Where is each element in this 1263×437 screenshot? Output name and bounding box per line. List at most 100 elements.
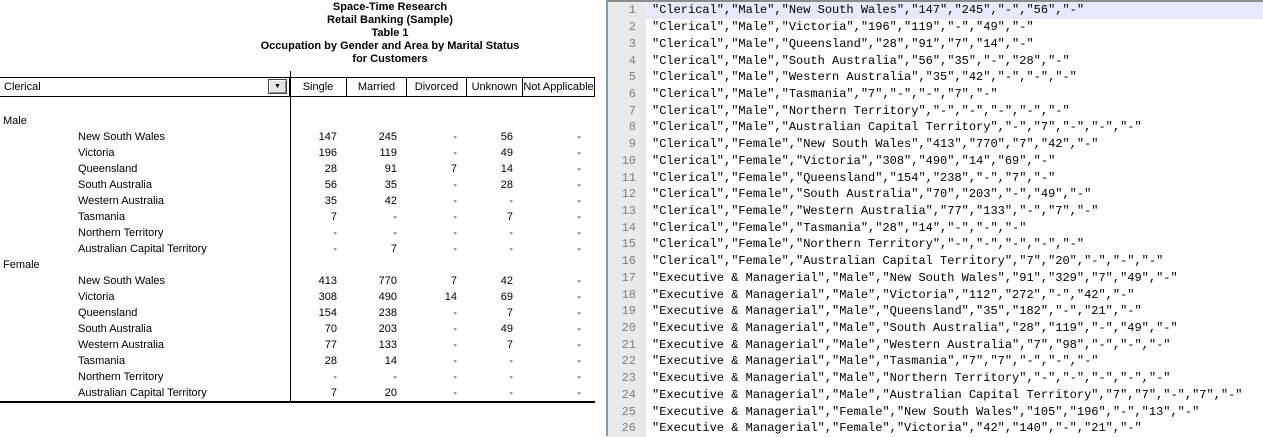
code-text[interactable]: "Executive & Managerial","Male","Western…	[646, 336, 1263, 353]
code-text[interactable]: "Executive & Managerial","Male","Queensl…	[646, 303, 1263, 320]
code-line[interactable]: 8"Clerical","Male","Australian Capital T…	[608, 119, 1263, 136]
value-cell: 770	[347, 275, 407, 287]
code-line[interactable]: 6"Clerical","Male","Tasmania","7","-","-…	[608, 86, 1263, 103]
table-row: Queensland2891714-	[0, 161, 595, 177]
code-line[interactable]: 4"Clerical","Male","South Australia","56…	[608, 52, 1263, 69]
value-cell: -	[523, 211, 595, 223]
value-cell: 490	[347, 291, 407, 303]
code-line[interactable]: 18"Executive & Managerial","Male","Victo…	[608, 286, 1263, 303]
code-text[interactable]: "Executive & Managerial","Female","New S…	[646, 403, 1263, 420]
value-cell: -	[407, 179, 467, 191]
code-text[interactable]: "Clerical","Female","Northern Territory"…	[646, 236, 1263, 253]
area-label: Tasmania	[0, 355, 290, 367]
report-title-line: Table 1	[185, 27, 595, 40]
area-label: South Australia	[0, 179, 290, 191]
value-cell: -	[347, 211, 407, 223]
code-line[interactable]: 5"Clerical","Male","Western Australia","…	[608, 69, 1263, 86]
code-text[interactable]: "Executive & Managerial","Male","New Sou…	[646, 270, 1263, 287]
value-cell: -	[523, 371, 595, 383]
line-number: 18	[608, 286, 646, 303]
code-line[interactable]: 19"Executive & Managerial","Male","Queen…	[608, 303, 1263, 320]
value-cell: -	[407, 227, 467, 239]
value-cell: 196	[290, 147, 347, 159]
value-cell: 308	[290, 291, 347, 303]
code-line[interactable]: 22"Executive & Managerial","Male","Tasma…	[608, 353, 1263, 370]
code-text[interactable]: "Executive & Managerial","Male","Austral…	[646, 387, 1263, 404]
code-text[interactable]: "Clerical","Male","New South Wales","147…	[646, 2, 1263, 19]
code-text[interactable]: "Clerical","Female","Queensland","154","…	[646, 169, 1263, 186]
value-cell: 70	[290, 323, 347, 335]
code-line[interactable]: 24"Executive & Managerial","Male","Austr…	[608, 387, 1263, 404]
code-text[interactable]: "Clerical","Female","Western Australia",…	[646, 203, 1263, 220]
report-title-line: for Customers	[185, 53, 595, 66]
code-line[interactable]: 13"Clerical","Female","Western Australia…	[608, 203, 1263, 220]
line-number: 14	[608, 219, 646, 236]
code-line[interactable]: 10"Clerical","Female","Victoria","308","…	[608, 152, 1263, 169]
code-text[interactable]: "Clerical","Male","Australian Capital Te…	[646, 119, 1263, 136]
line-number: 16	[608, 253, 646, 270]
value-cell: -	[467, 195, 523, 207]
value-cell: 238	[347, 307, 407, 319]
code-text[interactable]: "Clerical","Male","Tasmania","7","-","-"…	[646, 86, 1263, 103]
code-text[interactable]: "Clerical","Male","Queensland","28","91"…	[646, 35, 1263, 52]
line-number: 26	[608, 420, 646, 437]
code-line[interactable]: 11"Clerical","Female","Queensland","154"…	[608, 169, 1263, 186]
code-text[interactable]: "Clerical","Male","Victoria","196","119"…	[646, 19, 1263, 36]
value-cell: -	[467, 387, 523, 399]
value-cell: 28	[290, 355, 347, 367]
line-number: 7	[608, 102, 646, 119]
code-line[interactable]: 9"Clerical","Female","New South Wales","…	[608, 136, 1263, 153]
value-cell: 7	[467, 211, 523, 223]
code-line[interactable]: 3"Clerical","Male","Queensland","28","91…	[608, 35, 1263, 52]
code-line[interactable]: 15"Clerical","Female","Northern Territor…	[608, 236, 1263, 253]
code-text[interactable]: "Clerical","Female","Tasmania","28","14"…	[646, 219, 1263, 236]
code-line[interactable]: 20"Executive & Managerial","Male","South…	[608, 320, 1263, 337]
code-text[interactable]: "Clerical","Male","South Australia","56"…	[646, 52, 1263, 69]
table-row: Northern Territory-----	[0, 369, 595, 385]
code-line[interactable]: 26"Executive & Managerial","Female","Vic…	[608, 420, 1263, 437]
line-number: 9	[608, 136, 646, 153]
code-line[interactable]: 17"Executive & Managerial","Male","New S…	[608, 270, 1263, 287]
code-text[interactable]: "Executive & Managerial","Female","Victo…	[646, 420, 1263, 437]
code-text[interactable]: "Clerical","Male","Western Australia","3…	[646, 69, 1263, 86]
area-label: Queensland	[0, 163, 290, 175]
code-line[interactable]: 1"Clerical","Male","New South Wales","14…	[608, 2, 1263, 19]
value-cell: 245	[347, 131, 407, 143]
area-label: Australian Capital Territory	[0, 243, 290, 255]
area-label: Victoria	[0, 291, 290, 303]
code-line[interactable]: 7"Clerical","Male","Northern Territory",…	[608, 102, 1263, 119]
value-cell: -	[407, 243, 467, 255]
code-line[interactable]: 12"Clerical","Female","South Australia",…	[608, 186, 1263, 203]
value-cell: 7	[407, 275, 467, 287]
code-text[interactable]: "Executive & Managerial","Male","South A…	[646, 320, 1263, 337]
code-line[interactable]: 14"Clerical","Female","Tasmania","28","1…	[608, 219, 1263, 236]
code-text[interactable]: "Clerical","Female","Victoria","308","49…	[646, 152, 1263, 169]
table-row: Male	[0, 113, 595, 129]
line-number: 15	[608, 236, 646, 253]
report-title-line: Occupation by Gender and Area by Marital…	[185, 40, 595, 53]
code-text[interactable]: "Executive & Managerial","Male","Victori…	[646, 286, 1263, 303]
code-line[interactable]: 21"Executive & Managerial","Male","Weste…	[608, 336, 1263, 353]
code-line[interactable]: 16"Clerical","Female","Australian Capita…	[608, 253, 1263, 270]
value-cell: -	[523, 163, 595, 175]
table-row: South Australia5635-28-	[0, 177, 595, 193]
dropdown-arrow-button[interactable]: ▼	[268, 79, 287, 94]
table-row: Australian Capital Territory-7---	[0, 241, 595, 257]
code-line[interactable]: 23"Executive & Managerial","Male","North…	[608, 370, 1263, 387]
column-header: Married	[346, 78, 406, 96]
code-text[interactable]: "Clerical","Male","Northern Territory","…	[646, 102, 1263, 119]
text-editor-pane[interactable]: 1"Clerical","Male","New South Wales","14…	[606, 0, 1263, 436]
value-cell: -	[407, 371, 467, 383]
code-text[interactable]: "Executive & Managerial","Male","Norther…	[646, 370, 1263, 387]
code-text[interactable]: "Clerical","Female","New South Wales","4…	[646, 136, 1263, 153]
value-cell: -	[407, 339, 467, 351]
code-line[interactable]: 2"Clerical","Male","Victoria","196","119…	[608, 19, 1263, 36]
code-text[interactable]: "Executive & Managerial","Male","Tasmani…	[646, 353, 1263, 370]
table-row: Victoria3084901469-	[0, 289, 595, 305]
occupation-dropdown[interactable]: Clerical ▼	[0, 78, 289, 96]
code-text[interactable]: "Clerical","Female","South Australia","7…	[646, 186, 1263, 203]
line-number: 25	[608, 403, 646, 420]
column-header: Single	[289, 78, 346, 96]
code-line[interactable]: 25"Executive & Managerial","Female","New…	[608, 403, 1263, 420]
code-text[interactable]: "Clerical","Female","Australian Capital …	[646, 253, 1263, 270]
